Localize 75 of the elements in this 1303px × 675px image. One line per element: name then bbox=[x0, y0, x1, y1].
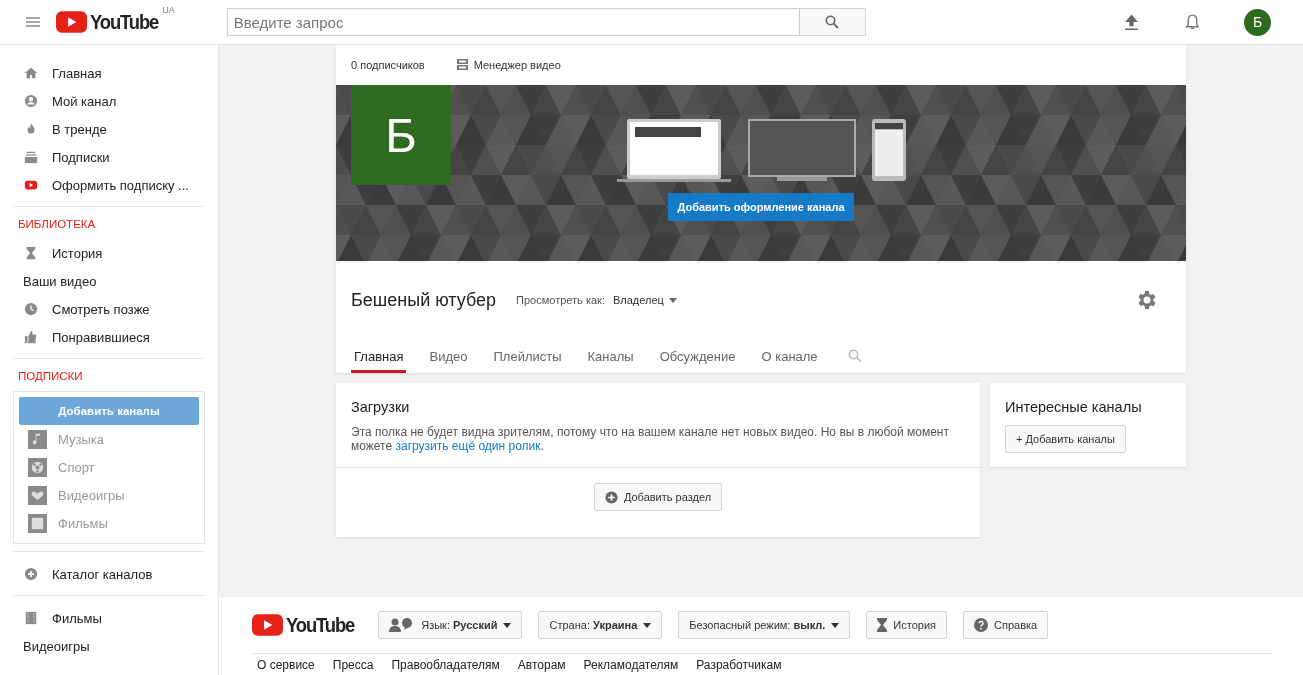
upload-icon[interactable] bbox=[1123, 13, 1140, 31]
play-icon bbox=[24, 178, 38, 192]
footer-link[interactable]: Правообладателям bbox=[391, 658, 500, 672]
channel-tab[interactable]: Видео bbox=[426, 339, 471, 373]
channel-name: Бешеный ютубер bbox=[351, 289, 497, 311]
clock-icon bbox=[24, 302, 38, 316]
channel-tab[interactable]: Главная bbox=[351, 339, 407, 373]
channel-tab[interactable]: О канале bbox=[758, 339, 821, 373]
footer-button[interactable]: Страна: Украина bbox=[538, 611, 663, 639]
search-field[interactable]: Введите запрос bbox=[226, 8, 800, 36]
add-channels-button[interactable]: + Добавить каналы bbox=[1005, 425, 1126, 453]
footer-button[interactable]: Язык: Русский bbox=[378, 611, 523, 639]
caret-icon bbox=[503, 622, 512, 628]
menu-icon[interactable] bbox=[26, 17, 40, 27]
sidebar-item[interactable]: В тренде bbox=[52, 121, 107, 137]
footer-button[interactable]: Безопасный режим: выкл. bbox=[678, 611, 851, 639]
list-icon bbox=[456, 59, 468, 71]
home-icon bbox=[24, 66, 38, 80]
bell-icon[interactable] bbox=[1184, 13, 1201, 31]
hourglass-icon bbox=[877, 618, 888, 632]
upload-link[interactable]: загрузить ещё один ролик bbox=[395, 439, 541, 453]
caret-icon bbox=[668, 297, 677, 303]
plus-circle-icon bbox=[24, 567, 38, 581]
subscriber-count: 0 подписчиков bbox=[351, 59, 425, 71]
caret-icon bbox=[831, 622, 840, 628]
footer-link[interactable]: Рекламодателям bbox=[583, 658, 679, 672]
hourglass-icon bbox=[24, 246, 38, 260]
footer-button[interactable]: История bbox=[866, 611, 947, 639]
add-channel-art-button[interactable]: Добавить оформление канала bbox=[668, 193, 854, 221]
section-title: Интересные каналы bbox=[1005, 399, 1143, 415]
channel-tab[interactable]: Плейлисты bbox=[490, 339, 565, 373]
sidebar-item[interactable]: Каталог каналов bbox=[52, 566, 153, 582]
sidebar-item[interactable]: Фильмы bbox=[52, 610, 102, 626]
sidebar-item[interactable]: Подписки bbox=[52, 149, 110, 165]
add-section-button[interactable]: Добавить раздел bbox=[593, 483, 723, 511]
logo-text[interactable]: YouTube bbox=[286, 613, 355, 637]
footer-link[interactable]: Пресса bbox=[332, 658, 374, 672]
avatar[interactable]: Б bbox=[1244, 8, 1271, 36]
sidebar-item[interactable]: Понравившиеся bbox=[52, 329, 150, 345]
video-manager-link[interactable]: Менеджер видео bbox=[473, 59, 561, 71]
thumbs-up-icon bbox=[24, 330, 38, 344]
sidebar-item[interactable]: Оформить подписку ... bbox=[52, 177, 189, 193]
footer-link[interactable]: Авторам bbox=[517, 658, 566, 672]
section-heading: БИБЛИОТЕКА bbox=[17, 217, 97, 232]
play-logo-icon bbox=[56, 11, 87, 33]
channel-tab[interactable]: Обсуждение bbox=[656, 339, 739, 373]
footer-button[interactable]: Справка bbox=[963, 611, 1049, 639]
footer-link[interactable]: Разработчикам bbox=[696, 658, 782, 672]
search-button[interactable] bbox=[799, 8, 866, 36]
film-frame-icon bbox=[28, 513, 47, 533]
shelf-notice: Эта полка не будет видна зрителям, потому что на вашем канале нет новых видео. Но вы в любой момент можете загрузить ещё один ролик. bbox=[351, 425, 950, 453]
account-icon bbox=[24, 94, 38, 108]
plus-circle-icon bbox=[604, 490, 618, 504]
region-label: UA bbox=[162, 4, 175, 15]
film-icon bbox=[24, 611, 38, 625]
logo-text[interactable]: YouTube bbox=[90, 10, 159, 34]
section-heading: ПОДПИСКИ bbox=[17, 369, 84, 384]
view-as-dropdown[interactable]: Владелец bbox=[612, 294, 677, 306]
sidebar-item[interactable]: История bbox=[52, 245, 103, 261]
sidebar-item[interactable]: Видеоигры bbox=[23, 638, 90, 654]
play-logo-icon bbox=[252, 614, 283, 636]
subscriptions-icon bbox=[24, 150, 38, 164]
search-icon bbox=[825, 15, 840, 29]
help-icon bbox=[974, 618, 988, 632]
channel-tab[interactable]: Каналы bbox=[584, 339, 637, 373]
footer-link[interactable]: О сервисе bbox=[257, 658, 315, 672]
view-as-label: Просмотреть как: bbox=[516, 294, 605, 306]
section-title: Загрузки bbox=[351, 399, 411, 415]
sidebar-item[interactable]: Главная bbox=[52, 65, 102, 81]
sidebar-item[interactable]: Ваши видео bbox=[23, 273, 97, 289]
channel-avatar[interactable]: Б bbox=[351, 85, 451, 185]
sidebar-item[interactable]: Мой канал bbox=[52, 93, 117, 109]
sidebar-item[interactable]: Смотреть позже bbox=[52, 301, 150, 317]
music-note-icon bbox=[28, 429, 47, 449]
caret-icon bbox=[643, 622, 652, 628]
